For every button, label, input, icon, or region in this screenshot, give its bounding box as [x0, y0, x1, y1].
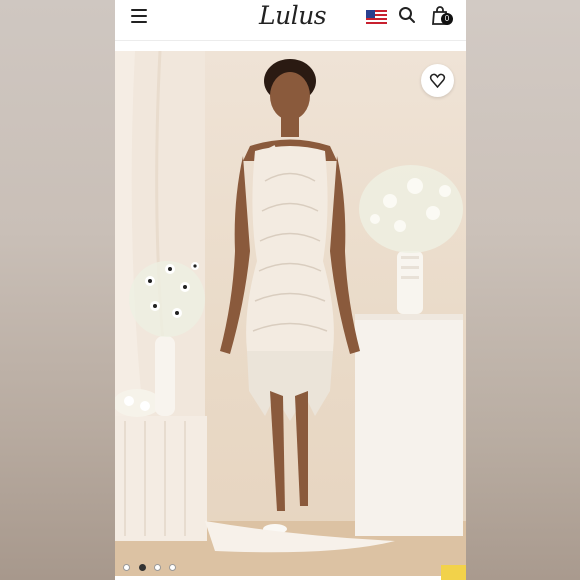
site-header: Lulus 0 [115, 0, 466, 41]
product-image[interactable] [115, 51, 466, 576]
carousel-dot[interactable] [123, 564, 130, 571]
us-flag-icon[interactable] [366, 10, 387, 24]
hamburger-menu-icon[interactable] [131, 9, 147, 23]
carousel-dot[interactable] [169, 564, 176, 571]
wishlist-button[interactable] [421, 64, 454, 97]
product-photo [115, 51, 466, 576]
bag-count-badge: 0 [441, 13, 453, 25]
mobile-screen: Lulus 0 [115, 0, 466, 580]
blurred-background-right [466, 0, 580, 580]
carousel-dot[interactable] [154, 564, 161, 571]
search-icon[interactable] [398, 6, 416, 24]
feedback-tab[interactable] [441, 565, 466, 580]
heart-icon [429, 73, 446, 89]
site-logo[interactable]: Lulus [259, 1, 327, 31]
carousel-dot-active[interactable] [139, 564, 146, 571]
blurred-background-left [0, 0, 115, 580]
